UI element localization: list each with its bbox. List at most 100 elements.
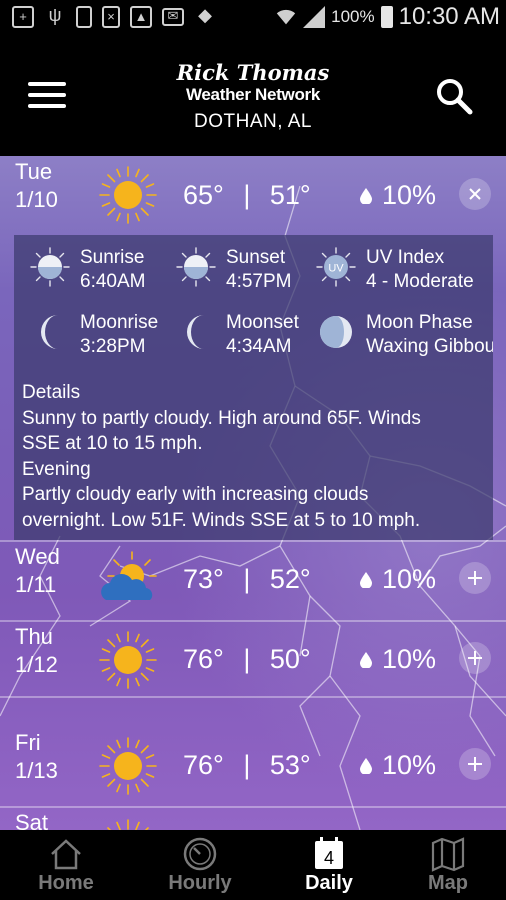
day-row-thu[interactable]: Thu 1/12 76° | 50° 10% xyxy=(0,622,506,696)
moon-phase-info: Moon Phase Waxing Gibbous xyxy=(316,312,493,364)
day-date: 1/12 xyxy=(15,652,58,677)
day-name: Thu xyxy=(15,624,53,649)
brand-logo-script: Rick Thomas xyxy=(176,60,330,85)
precip-value: 10% xyxy=(382,180,437,210)
no-sim-icon: × xyxy=(102,6,120,28)
nav-daily[interactable]: 4 Daily xyxy=(266,830,392,900)
battery-saver-icon xyxy=(76,6,92,28)
expand-details-button[interactable] xyxy=(459,642,491,674)
uv-label: UV Index xyxy=(366,247,445,268)
sunset-info: Sunset 4:57PM xyxy=(176,247,326,299)
high-temp: 73° xyxy=(183,564,224,594)
sunny-icon xyxy=(98,818,158,830)
home-icon xyxy=(51,839,81,870)
moon-phase-value: Waxing Gibbous xyxy=(366,336,493,357)
details-line: Sunny to partly cloudy. High around 65F.… xyxy=(22,407,421,429)
uv-value: 4 - Moderate xyxy=(366,271,474,292)
sunny-icon xyxy=(98,165,158,225)
details-line: Partly cloudy early with increasing clou… xyxy=(22,484,369,505)
battery-percent: 100% xyxy=(331,7,375,26)
daily-forecast-list[interactable]: Tue 1/10 65° | 51° 10% Sunrise 6:40AM Su… xyxy=(0,156,506,830)
sunny-icon xyxy=(98,630,158,690)
search-icon[interactable] xyxy=(434,76,474,116)
map-icon xyxy=(431,837,465,872)
raindrop-icon xyxy=(360,187,372,204)
day-name: Tue xyxy=(15,159,53,184)
low-temp: 52° xyxy=(269,564,311,594)
uv-badge-text: UV xyxy=(328,263,344,275)
brand-name: Weather Network xyxy=(185,85,321,104)
collapse-details-button[interactable] xyxy=(459,178,491,210)
calendar-icon: 4 xyxy=(315,837,343,869)
system-status: 100% 10:30 AM xyxy=(275,3,500,31)
low-temp: 53° xyxy=(269,750,311,780)
nav-map[interactable]: Map xyxy=(385,830,506,900)
temp-separator: | xyxy=(243,750,251,780)
image-icon: ▲ xyxy=(130,6,152,28)
email-icon: ✉ xyxy=(162,8,184,26)
plus-icon xyxy=(468,757,482,771)
nav-hourly-label: Hourly xyxy=(168,872,232,894)
temperature-range: 76° | 53° xyxy=(183,750,311,781)
uv-icon: UV xyxy=(316,247,356,287)
raindrop-icon xyxy=(360,757,372,774)
calendar-day-badge: 4 xyxy=(324,848,334,868)
sunset-label: Sunset xyxy=(226,247,286,268)
moonset-info: Moonset 4:34AM xyxy=(176,312,326,364)
details-line: overnight. Low 51F. Winds SSE at 5 to 10… xyxy=(22,509,421,531)
partly-cloudy-icon xyxy=(101,551,157,600)
day-row-tue[interactable]: Tue 1/10 65° | 51° 10% Sunrise 6:40AM Su… xyxy=(0,156,506,540)
moonset-label: Moonset xyxy=(226,312,299,333)
high-temp: 76° xyxy=(183,644,224,674)
day-name: Sat xyxy=(15,810,49,830)
clock-icon xyxy=(183,837,217,871)
temp-separator: | xyxy=(243,180,251,210)
temp-separator: | xyxy=(243,564,251,594)
details-line: SSE at 10 to 15 mph. xyxy=(22,433,203,454)
nav-home-label: Home xyxy=(38,872,94,894)
precipitation-chance: 10% xyxy=(360,180,436,211)
nav-map-label: Map xyxy=(428,872,468,894)
uv-index-info: UV UV Index 4 - Moderate xyxy=(316,247,493,299)
day-name: Fri xyxy=(15,730,41,755)
day-date: 1/10 xyxy=(15,187,58,212)
precipitation-chance: 10% xyxy=(360,644,436,675)
city-label: DOTHAN, AL xyxy=(194,111,312,132)
expand-details-button[interactable] xyxy=(459,748,491,780)
plus-icon xyxy=(468,571,482,585)
day-details-panel: Sunrise 6:40AM Sunset 4:57PM UV UV Index… xyxy=(14,235,493,540)
moonset-value: 4:34AM xyxy=(226,336,292,357)
day-row-wed[interactable]: Wed 1/11 73° | 52° 10% xyxy=(0,542,506,620)
temperature-range: 76° | 50° xyxy=(183,644,311,675)
temperature-range: 73° | 52° xyxy=(183,564,311,595)
raindrop-icon xyxy=(360,651,372,668)
temp-separator: | xyxy=(243,644,251,674)
moonrise-label: Moonrise xyxy=(80,312,159,333)
precipitation-chance: 10% xyxy=(360,564,436,595)
signal-icon xyxy=(303,6,326,28)
precip-value: 10% xyxy=(382,644,437,674)
notification-icons: + ψ × ▲ ✉ ◆ xyxy=(12,6,216,28)
details-heading: Details xyxy=(22,382,81,403)
day-row-fri[interactable]: Fri 1/13 76° | 53° 10% xyxy=(0,698,506,806)
nav-daily-label: Daily xyxy=(305,872,353,894)
precipitation-chance: 10% xyxy=(360,750,436,781)
day-date: 1/13 xyxy=(15,758,58,783)
status-bar: + ψ × ▲ ✉ ◆ 100% 10:30 AM xyxy=(0,0,506,36)
moon-phase-icon xyxy=(320,316,352,348)
evening-heading: Evening xyxy=(22,458,91,480)
day-row-sat[interactable]: Sat xyxy=(0,808,506,830)
sunny-icon xyxy=(98,736,158,796)
app-header: Rick Thomas Weather Network DOTHAN, AL xyxy=(0,36,506,156)
sunrise-value: 6:40AM xyxy=(80,271,146,292)
nav-home[interactable]: Home xyxy=(3,830,129,900)
sunset-icon xyxy=(176,247,216,287)
moonrise-value: 3:28PM xyxy=(80,336,146,357)
raindrop-icon xyxy=(360,571,372,588)
plus-icon xyxy=(468,651,482,665)
nav-hourly[interactable]: Hourly xyxy=(137,830,263,900)
bottom-navigation: Home Hourly 4 Daily Map xyxy=(0,830,506,900)
expand-details-button[interactable] xyxy=(459,562,491,594)
moon-phase-label: Moon Phase xyxy=(366,312,473,333)
precip-value: 10% xyxy=(382,750,437,780)
